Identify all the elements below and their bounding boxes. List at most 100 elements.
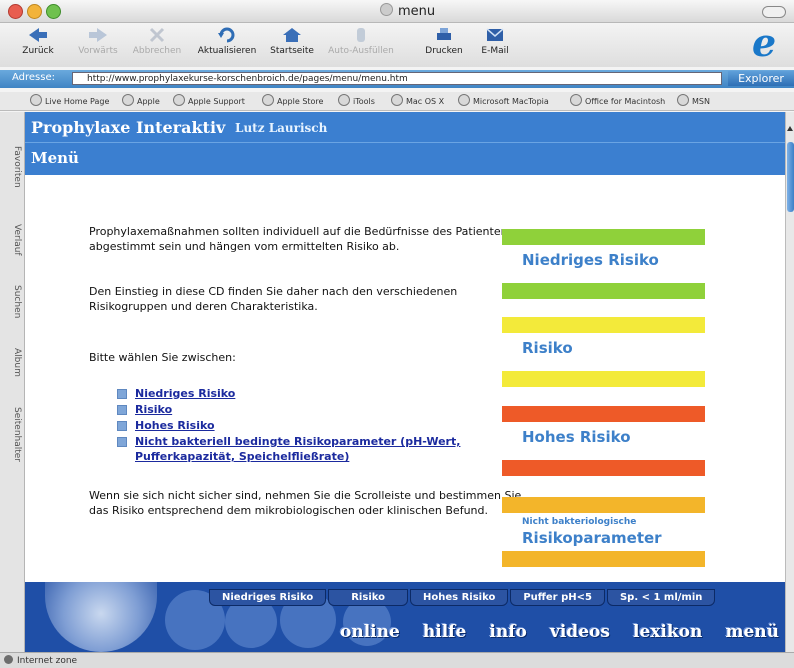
favorite-icon — [458, 94, 470, 106]
footer-tab-speichel[interactable]: Sp. < 1 ml/min — [606, 589, 716, 606]
site-title: Prophylaxe Interaktiv — [31, 118, 226, 137]
toolbar-toggle-button[interactable] — [762, 6, 786, 18]
nav-info[interactable]: info — [489, 622, 526, 642]
favorite-apple-store[interactable]: Apple Store — [262, 94, 323, 106]
bullet-icon — [117, 421, 127, 431]
page-icon — [380, 3, 393, 16]
nav-videos[interactable]: videos — [550, 622, 610, 642]
autofill-button[interactable]: Auto-Ausfüllen — [328, 27, 394, 65]
card-band-bottom — [502, 371, 705, 387]
explorer-button-label: Explorer — [738, 72, 784, 85]
favorite-live-home-page[interactable]: Live Home Page — [30, 94, 109, 106]
favorite-mac-os-x[interactable]: Mac OS X — [391, 94, 444, 106]
favorite-icon — [122, 94, 134, 106]
card-band-top — [502, 317, 705, 333]
web-content: Prophylaxe Interaktiv Lutz Laurisch Menü… — [25, 112, 785, 652]
zoom-window-button[interactable] — [46, 4, 61, 19]
risk-card-label: Risikoparameter — [522, 529, 662, 547]
footer-risk-tabs: Niedriges Risiko Risiko Hohes Risiko Puffer… — [209, 585, 717, 606]
forward-button[interactable]: Vorwärts — [75, 27, 121, 65]
back-button[interactable]: Zurück — [18, 27, 58, 65]
browser-toolbar: Zurück Vorwärts Abbrechen Aktualisieren … — [0, 23, 794, 67]
mail-icon — [486, 28, 504, 41]
minimize-window-button[interactable] — [27, 4, 42, 19]
site-author: Lutz Laurisch — [235, 121, 328, 135]
autofill-icon — [357, 28, 365, 42]
address-bar: Adresse: http://www.prophylaxekurse-kors… — [0, 70, 794, 88]
sidebar-tab-suchen[interactable]: Suchen — [2, 277, 22, 327]
window-titlebar: menu — [0, 0, 794, 23]
link-risiko[interactable]: Risiko — [115, 402, 495, 417]
link-niedriges-risiko[interactable]: Niedriges Risiko — [115, 386, 495, 401]
favorite-icon — [30, 94, 42, 106]
footer-tab-niedriges-risiko[interactable]: Niedriges Risiko — [209, 589, 327, 606]
print-button[interactable]: Drucken — [421, 27, 467, 65]
nav-menu[interactable]: menü — [725, 622, 779, 642]
risk-card-parameter[interactable]: Nicht bakteriologische Risikoparameter — [502, 497, 705, 567]
nav-hilfe[interactable]: hilfe — [423, 622, 466, 642]
sidebar-tab-verlauf[interactable]: Verlauf — [2, 212, 22, 267]
stop-x-icon — [149, 27, 165, 43]
footer-tab-puffer[interactable]: Puffer pH<5 — [510, 589, 605, 606]
site-footer: Niedriges Risiko Risiko Hohes Risiko Puffer… — [25, 582, 785, 652]
unsure-paragraph: Wenn sie sich nicht sicher sind, nehmen … — [89, 489, 522, 517]
favorite-itools[interactable]: iTools — [338, 94, 375, 106]
status-bar: Internet zone — [0, 652, 794, 668]
link-hohes-risiko[interactable]: Hohes Risiko — [115, 418, 495, 433]
footer-nav: online hilfe info videos lexikon menü — [322, 622, 779, 642]
footer-tab-hohes-risiko[interactable]: Hohes Risiko — [410, 589, 509, 606]
nav-online[interactable]: online — [340, 622, 400, 642]
card-band-top — [502, 406, 705, 422]
scroll-up-arrow-icon[interactable] — [787, 126, 793, 131]
close-window-button[interactable] — [8, 4, 23, 19]
address-input[interactable]: http://www.prophylaxekurse-korschenbroic… — [72, 72, 722, 85]
site-banner: Prophylaxe Interaktiv Lutz Laurisch — [25, 112, 785, 142]
favorite-icon — [338, 94, 350, 106]
favorite-microsoft-mactopia[interactable]: Microsoft MacTopia — [458, 94, 549, 106]
printer-icon — [437, 28, 451, 40]
favorite-office-for-macintosh[interactable]: Office for Macintosh — [570, 94, 665, 106]
status-text: Internet zone — [17, 656, 78, 666]
bullet-icon — [117, 389, 127, 399]
footer-tab-risiko[interactable]: Risiko — [328, 589, 408, 606]
window-title: menu — [380, 3, 435, 19]
favorite-apple-support[interactable]: Apple Support — [173, 94, 245, 106]
choose-paragraph: Bitte wählen Sie zwischen: — [89, 351, 236, 364]
risk-card-label: Hohes Risiko — [522, 428, 631, 446]
internet-explorer-logo-icon: e — [752, 20, 777, 65]
favorite-icon — [391, 94, 403, 106]
explorer-sidebar: Favoriten Verlauf Suchen Album Seitenhal… — [0, 112, 25, 652]
intro-paragraph: Prophylaxemaßnahmen sollten individuell … — [89, 225, 508, 253]
risk-card-hoch[interactable]: Hohes Risiko — [502, 406, 705, 476]
bullet-icon — [117, 405, 127, 415]
risk-card-label: Niedriges Risiko — [522, 251, 659, 269]
home-button[interactable]: Startseite — [267, 27, 317, 65]
section-banner: Menü — [25, 142, 785, 175]
explorer-button[interactable]: Explorer — [728, 71, 794, 86]
scrollbar-thumb[interactable] — [787, 142, 794, 212]
vertical-scrollbar[interactable] — [785, 112, 794, 652]
risk-card-label: Risiko — [522, 339, 573, 357]
risk-card-risiko[interactable]: Risiko — [502, 317, 705, 387]
risk-link-list: Niedriges Risiko Risiko Hohes Risiko Nic… — [115, 386, 495, 465]
entry-paragraph: Den Einstieg in diese CD finden Sie dahe… — [89, 285, 458, 313]
favorite-apple[interactable]: Apple — [122, 94, 160, 106]
sidebar-tab-seitenhalter[interactable]: Seitenhalter — [2, 395, 22, 475]
favorite-msn[interactable]: MSN — [677, 94, 710, 106]
email-button[interactable]: E-Mail — [475, 27, 515, 65]
refresh-button[interactable]: Aktualisieren — [192, 27, 262, 65]
card-band-bottom — [502, 283, 705, 299]
favorites-bar: Live Home Page Apple Apple Support Apple… — [0, 92, 794, 111]
risk-card-sublabel: Nicht bakteriologische — [522, 517, 637, 527]
nav-lexikon[interactable]: lexikon — [633, 622, 702, 642]
link-nicht-bakterielle-risikoparameter[interactable]: Nicht bakteriell bedingte Risikoparamete… — [115, 434, 495, 464]
card-band-bottom — [502, 551, 705, 567]
home-icon — [283, 28, 301, 42]
risk-card-niedrig[interactable]: Niedriges Risiko — [502, 229, 705, 299]
stop-button[interactable]: Abbrechen — [132, 27, 182, 65]
child-photo — [45, 582, 157, 652]
favorite-icon — [677, 94, 689, 106]
sidebar-tab-album[interactable]: Album — [2, 340, 22, 385]
refresh-icon — [218, 27, 235, 43]
sidebar-tab-favoriten[interactable]: Favoriten — [2, 132, 22, 202]
